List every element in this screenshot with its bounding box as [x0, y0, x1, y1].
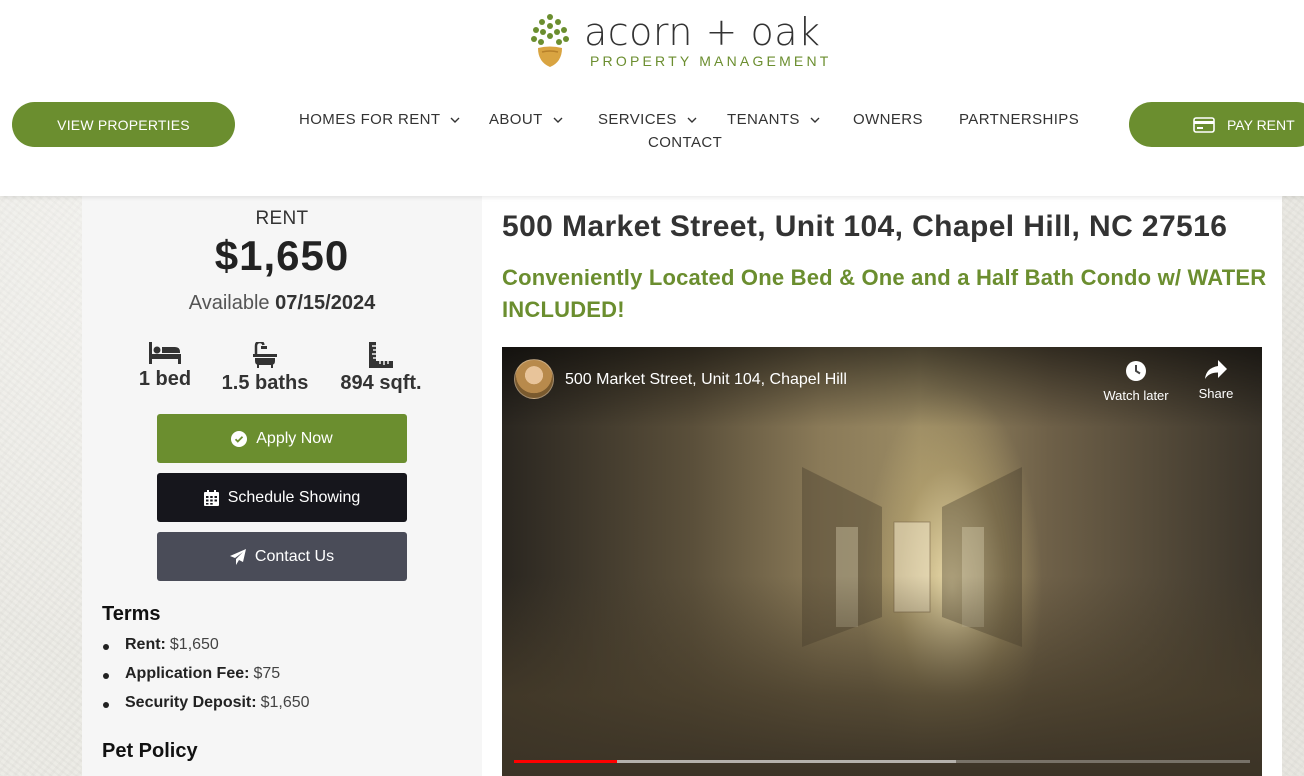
available-label: Available	[188, 292, 270, 314]
stat-sqft: 894 sqft.	[326, 342, 436, 395]
ruler-icon	[369, 342, 393, 368]
nav-label: OWNERS	[853, 111, 923, 128]
pet-policy-heading: Pet Policy	[102, 740, 198, 762]
stat-beds: 1 bed	[110, 342, 220, 391]
terms-list: Rent: $1,650 Application Fee: $75 Security…	[102, 636, 310, 723]
terms-heading: Terms	[102, 603, 161, 625]
credit-card-icon	[1193, 116, 1215, 133]
nav-contact[interactable]: CONTACT	[648, 134, 722, 151]
apply-now-label: Apply Now	[256, 429, 333, 447]
contact-us-label: Contact Us	[254, 547, 335, 565]
apply-now-button[interactable]: Apply Now	[157, 414, 407, 463]
nav-homes-for-rent[interactable]: HOMES FOR RENT	[299, 111, 460, 128]
stat-value: 1 bed	[138, 368, 192, 390]
stat-baths: 1.5 baths	[210, 342, 320, 395]
logo-brand-text: acorn + oak	[584, 10, 821, 54]
rent-label: RENT	[255, 208, 309, 229]
nav-label: CONTACT	[648, 134, 723, 151]
availability: Available 07/15/2024	[82, 292, 482, 315]
clock-icon	[1126, 361, 1146, 381]
chevron-down-icon	[553, 117, 563, 123]
paper-plane-icon	[229, 548, 246, 565]
nav-label: SERVICES	[598, 111, 677, 128]
term-value: $1,650	[169, 636, 219, 653]
video-title[interactable]: 500 Market Street, Unit 104, Chapel Hill	[565, 371, 847, 389]
nav-label: HOMES FOR RENT	[299, 111, 441, 128]
list-item: Rent: $1,650	[102, 636, 310, 665]
schedule-showing-label: Schedule Showing	[227, 488, 361, 506]
calendar-icon	[203, 489, 219, 506]
site-header: acorn + oak PROPERTY MANAGEMENT VIEW PRO…	[0, 0, 1304, 196]
check-circle-icon	[231, 430, 248, 447]
bed-icon	[149, 342, 181, 364]
contact-us-button[interactable]: Contact Us	[157, 532, 407, 581]
list-item: Application Fee: $75	[102, 665, 310, 694]
nav-label: TENANTS	[727, 111, 800, 128]
nav-about[interactable]: ABOUT	[489, 111, 563, 128]
channel-avatar[interactable]	[514, 359, 554, 399]
site-logo[interactable]: acorn + oak PROPERTY MANAGEMENT	[530, 10, 840, 72]
chevron-down-icon	[687, 117, 697, 123]
property-address: 500 Market Street, Unit 104, Chapel Hill…	[502, 210, 1228, 243]
logo-tagline: PROPERTY MANAGEMENT	[590, 53, 832, 69]
nav-tenants[interactable]: TENANTS	[727, 111, 820, 128]
listing-sidebar: RENT $1,650 Available 07/15/2024 1 bed 1…	[82, 196, 482, 776]
pay-rent-label: PAY RENT	[1227, 116, 1295, 133]
nav-owners[interactable]: OWNERS	[853, 111, 923, 128]
stat-value: 894 sqft.	[340, 372, 422, 394]
video-frame-floor	[502, 576, 1262, 776]
chevron-down-icon	[450, 117, 460, 123]
rent-amount: $1,650	[214, 232, 350, 279]
term-label: Rent:	[125, 636, 166, 653]
share-icon	[1205, 360, 1227, 379]
listing-card: RENT $1,650 Available 07/15/2024 1 bed 1…	[82, 196, 1282, 776]
nav-partnerships[interactable]: PARTNERSHIPS	[959, 111, 1079, 128]
term-value: $75	[253, 665, 281, 682]
watch-later-label: Watch later	[1103, 388, 1169, 403]
video-played	[514, 760, 618, 763]
term-label: Security Deposit:	[125, 694, 257, 711]
pay-rent-button[interactable]: PAY RENT	[1129, 102, 1304, 147]
video-progress-bar[interactable]	[514, 760, 1250, 763]
chevron-down-icon	[810, 117, 820, 123]
schedule-showing-button[interactable]: Schedule Showing	[157, 473, 407, 522]
stat-value: 1.5 baths	[221, 372, 309, 394]
video-player[interactable]: 500 Market Street, Unit 104, Chapel Hill…	[502, 347, 1262, 776]
term-label: Application Fee:	[125, 665, 250, 682]
acorn-icon	[531, 14, 569, 67]
watch-later-button[interactable]: Watch later	[1101, 360, 1171, 403]
list-item: Security Deposit: $1,650	[102, 694, 310, 723]
bath-icon	[253, 342, 277, 368]
available-date: 07/15/2024	[275, 292, 376, 314]
share-button[interactable]: Share	[1181, 360, 1251, 401]
nav-label: ABOUT	[489, 111, 543, 128]
view-properties-button[interactable]: VIEW PROPERTIES	[12, 102, 235, 147]
listing-headline: Conveniently Located One Bed & One and a…	[502, 265, 1267, 322]
nav-services[interactable]: SERVICES	[598, 111, 697, 128]
share-label: Share	[1198, 386, 1234, 401]
term-value: $1,650	[260, 694, 310, 711]
nav-label: PARTNERSHIPS	[959, 111, 1080, 128]
view-properties-label: VIEW PROPERTIES	[57, 116, 190, 133]
